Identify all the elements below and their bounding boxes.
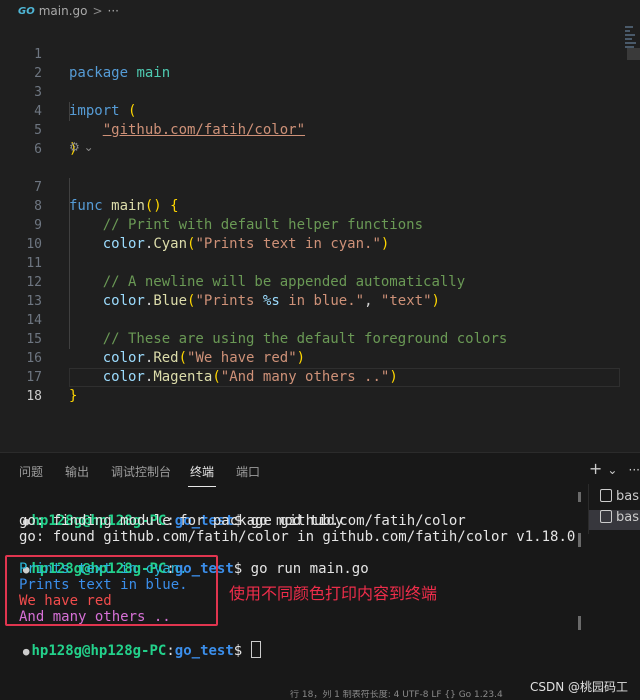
code-line: 4 "github.com/fatih/color": [0, 83, 620, 138]
tab-problems[interactable]: 问题: [19, 463, 43, 480]
annotation-text: 使用不同颜色打印内容到终端: [229, 584, 438, 603]
status-bar-text[interactable]: 行 18，列 1 制表符长度: 4 UTF-8 LF {} Go 1.23.4: [290, 690, 503, 699]
command-decoration-icon[interactable]: ●: [23, 645, 30, 658]
code-line: 14 // These are using the default foregr…: [0, 292, 620, 347]
tab-debug-console[interactable]: 调试控制台: [111, 463, 171, 480]
code-line: 18: [0, 368, 620, 404]
panel-actions: + ⌄ ···: [583, 459, 640, 478]
terminal-output: go: found github.com/fatih/color in gith…: [19, 529, 576, 545]
terminal-icon: [600, 510, 612, 523]
add-terminal-icon[interactable]: +: [589, 459, 602, 478]
code-line: 17 }: [0, 349, 620, 404]
tab-ports[interactable]: 端口: [236, 463, 260, 480]
code-line: 12 color.Blue("Prints %s in blue.", "tex…: [0, 254, 620, 309]
code-line: 5 ): [0, 102, 620, 157]
terminal-cursor: [250, 641, 261, 658]
code-line: 13: [0, 273, 620, 309]
brace: }: [69, 388, 78, 404]
code-editor[interactable]: 1 package main 2 3 import ( 4 "github.co…: [0, 26, 620, 446]
code-line: 8 // Print with default helper functions: [0, 178, 620, 233]
code-line: 11 // A newline will be appended automat…: [0, 235, 620, 290]
scrollbar-mark: [578, 616, 581, 630]
scrollbar-mark: [578, 533, 581, 547]
breadcrumb-more[interactable]: ···: [108, 4, 119, 18]
watermark: CSDN @桃园码工: [529, 680, 628, 694]
terminal-list: bas bas: [588, 484, 640, 534]
line-number: 18: [26, 389, 42, 404]
breadcrumb: GO main.go > ···: [0, 0, 640, 22]
breadcrumb-file[interactable]: main.go: [39, 4, 88, 18]
terminal-list-item[interactable]: bas: [589, 510, 640, 530]
scrollbar-mark: [578, 492, 581, 502]
code-line: 16 color.Magenta("And many others .."): [0, 330, 620, 385]
code-line: 6: [0, 121, 620, 157]
code-line: 9 color.Cyan("Prints text in cyan."): [0, 197, 620, 252]
terminal-line[interactable]: ● hp128g@hp128g-PC:go_test$: [6, 625, 261, 659]
terminal-list-item[interactable]: bas: [589, 489, 640, 509]
codelens-icon[interactable]: ⚙ ⌄: [69, 140, 94, 156]
line-number: 6: [34, 142, 42, 157]
tab-output[interactable]: 输出: [65, 463, 89, 480]
code-line: 3 import (: [0, 64, 620, 119]
more-icon[interactable]: ···: [629, 463, 640, 477]
code-line: 7 func main() {: [0, 159, 620, 214]
terminal-output: go: finding module for package github.co…: [19, 513, 466, 529]
minimap[interactable]: [625, 26, 640, 66]
code-line: 10: [0, 216, 620, 252]
terminal-icon: [600, 489, 612, 502]
code-line: 2: [0, 45, 620, 81]
code-line: 1 package main: [0, 26, 620, 81]
panel-tabs: 问题 输出 调试控制台 终端 端口: [0, 453, 640, 487]
code-line: 15 color.Red("We have red"): [0, 311, 620, 366]
tab-terminal[interactable]: 终端: [187, 463, 217, 487]
highlight-box: [5, 555, 218, 626]
minimap-slider[interactable]: [627, 48, 640, 60]
chevron-down-icon[interactable]: ⌄: [607, 463, 617, 477]
go-file-icon: GO: [18, 5, 35, 17]
chevron-right-icon: >: [92, 4, 103, 18]
